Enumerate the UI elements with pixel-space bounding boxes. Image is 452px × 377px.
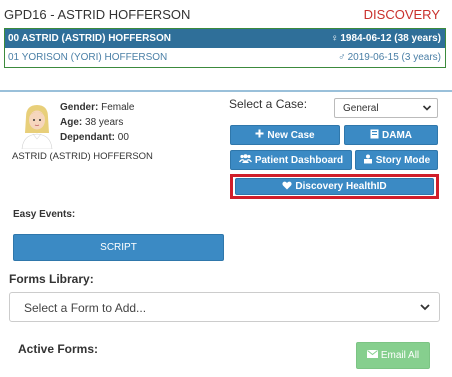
family-member-name: 01 YORISON (YORI) HOFFERSON: [8, 52, 168, 63]
script-label: SCRIPT: [100, 242, 137, 253]
case-select-label: Select a Case:: [229, 97, 308, 111]
family-member-dob-group: ♀ 1984-06-12 (38 years): [331, 33, 441, 44]
patient-dashboard-label: Patient Dashboard: [254, 154, 344, 166]
patient-info: Gender: Female Age: 38 years Dependant: …: [60, 100, 134, 145]
users-icon: [238, 154, 252, 166]
chevron-down-icon: [422, 103, 432, 116]
page-title: GPD16 - ASTRID HOFFERSON: [4, 7, 191, 22]
id-card-icon: [370, 129, 379, 142]
dependant-label: Dependant:: [60, 132, 115, 143]
male-icon: ♂: [338, 51, 346, 63]
heart-icon: [282, 181, 293, 193]
page-header: GPD16 - ASTRID HOFFERSON DISCOVERY: [0, 0, 452, 28]
forms-library-label: Forms Library:: [9, 272, 94, 286]
patient-full-name: ASTRID (ASTRID) HOFFERSON: [12, 151, 153, 162]
dama-button[interactable]: DAMA: [344, 125, 438, 145]
section-divider: [0, 90, 452, 92]
female-icon: ♀: [330, 32, 339, 44]
family-members-list: 00 ASTRID (ASTRID) HOFFERSON ♀ 1984-06-1…: [4, 28, 446, 68]
gender-label: Gender:: [60, 102, 99, 113]
age-row: Age: 38 years: [60, 115, 134, 130]
story-mode-label: Story Mode: [375, 154, 431, 166]
dependant-row: Dependant: 00: [60, 130, 134, 145]
story-mode-button[interactable]: Story Mode: [355, 150, 438, 170]
new-case-button[interactable]: New Case: [230, 125, 340, 145]
discovery-healthid-label: Discovery HealthID: [295, 181, 387, 192]
easy-events-label: Easy Events:: [13, 209, 76, 220]
family-member-dob-group: ♂ 2019-06-15 (3 years): [338, 52, 441, 63]
family-member-row[interactable]: 01 YORISON (YORI) HOFFERSON ♂ 2019-06-15…: [5, 48, 445, 67]
envelope-icon: [366, 350, 378, 361]
age-value: 38 years: [85, 117, 124, 128]
user-story-icon: [363, 154, 373, 167]
email-all-label: Email All: [380, 350, 420, 361]
form-select-placeholder: Select a Form to Add...: [24, 301, 147, 315]
scheme-tag: DISCOVERY: [363, 7, 440, 22]
active-forms-label: Active Forms:: [18, 342, 99, 356]
plus-icon: [255, 129, 264, 141]
email-all-button[interactable]: Email All: [356, 342, 430, 369]
family-member-dob: 2019-06-15 (3 years): [347, 52, 441, 63]
case-select-value: General: [343, 103, 379, 114]
avatar: [21, 105, 53, 149]
case-select[interactable]: General: [334, 98, 438, 118]
chevron-down-icon: [419, 301, 431, 316]
family-member-dob: 1984-06-12 (38 years): [340, 33, 441, 44]
gender-row: Gender: Female: [60, 100, 134, 115]
new-case-label: New Case: [267, 129, 315, 141]
dependant-value: 00: [117, 132, 129, 143]
discovery-healthid-button[interactable]: Discovery HealthID: [235, 178, 434, 195]
gender-value: Female: [101, 102, 135, 113]
family-member-name: 00 ASTRID (ASTRID) HOFFERSON: [8, 33, 171, 44]
script-button[interactable]: SCRIPT: [13, 234, 224, 261]
form-select[interactable]: Select a Form to Add...: [9, 292, 440, 322]
age-label: Age:: [60, 117, 83, 128]
dama-label: DAMA: [382, 129, 412, 141]
family-member-row-active[interactable]: 00 ASTRID (ASTRID) HOFFERSON ♀ 1984-06-1…: [5, 29, 445, 48]
patient-dashboard-button[interactable]: Patient Dashboard: [230, 150, 352, 170]
